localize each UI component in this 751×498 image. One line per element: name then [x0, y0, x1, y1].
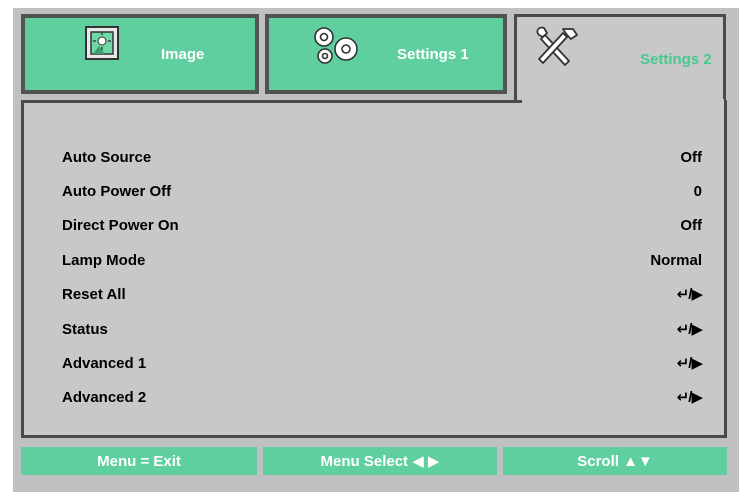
enter-arrow-icon: ↵/▶	[676, 321, 703, 338]
active-tab-connector	[522, 99, 724, 104]
setting-direct-power-on[interactable]: Direct Power On Off	[62, 211, 702, 239]
setting-label: Reset All	[62, 285, 126, 303]
setting-label: Direct Power On	[62, 216, 179, 234]
tab-settings-2-label: Settings 2	[640, 51, 712, 68]
image-icon	[85, 26, 119, 65]
setting-label: Advanced 1	[62, 354, 147, 372]
enter-arrow-icon: ↵/▶	[676, 389, 703, 406]
footer-hints: Menu = Exit Menu Select ◀ ▶ Scroll ▲▼	[21, 447, 727, 475]
setting-value: Off	[680, 216, 702, 234]
setting-label: Advanced 2	[62, 388, 147, 406]
setting-label: Auto Power Off	[62, 182, 172, 200]
setting-lamp-mode[interactable]: Lamp Mode Normal	[62, 246, 702, 274]
tab-settings-1[interactable]: Settings 1	[265, 14, 507, 94]
settings-panel: Auto Source Off Auto Power Off 0 Direct …	[21, 100, 727, 438]
enter-arrow-icon: ↵/▶	[676, 355, 703, 372]
setting-value: 0	[693, 182, 702, 200]
scroll-hint: Scroll ▲▼	[503, 447, 727, 475]
setting-reset-all[interactable]: Reset All ↵/▶	[62, 280, 703, 308]
setting-auto-source[interactable]: Auto Source Off	[62, 143, 702, 171]
setting-label: Status	[62, 320, 108, 338]
osd-menu: Image Settings 1 Settings 2 Auto Source …	[13, 8, 739, 492]
menu-select-hint: Menu Select ◀ ▶	[263, 447, 497, 475]
setting-value: Normal	[650, 251, 702, 269]
setting-value: Off	[680, 148, 702, 166]
gears-icon	[309, 24, 369, 73]
tools-icon	[533, 25, 579, 74]
setting-advanced-2[interactable]: Advanced 2 ↵/▶	[62, 383, 703, 411]
setting-status[interactable]: Status ↵/▶	[62, 315, 703, 343]
menu-exit-hint: Menu = Exit	[21, 447, 257, 475]
tab-settings-1-label: Settings 1	[397, 45, 469, 63]
tab-image[interactable]: Image	[21, 14, 259, 94]
setting-advanced-1[interactable]: Advanced 1 ↵/▶	[62, 349, 703, 377]
setting-auto-power-off[interactable]: Auto Power Off 0	[62, 177, 702, 205]
setting-label: Lamp Mode	[62, 251, 146, 269]
tab-settings-2[interactable]: Settings 2	[514, 14, 726, 102]
enter-arrow-icon: ↵/▶	[676, 286, 703, 303]
tab-image-label: Image	[161, 45, 205, 63]
setting-label: Auto Source	[62, 148, 152, 166]
